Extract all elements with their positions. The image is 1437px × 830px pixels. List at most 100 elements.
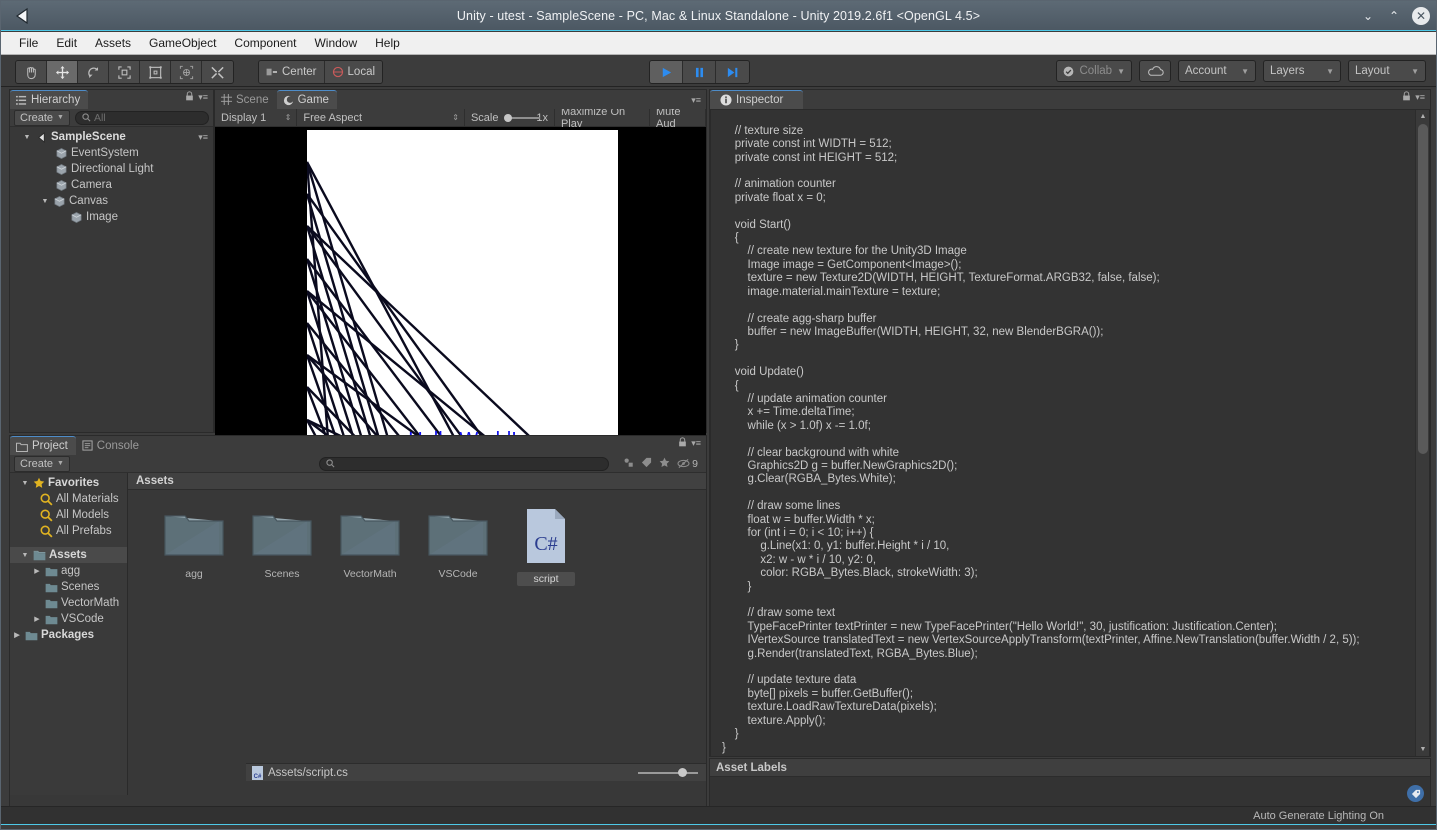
scroll-up-arrow-icon[interactable]: ▲ [1416, 110, 1429, 123]
layers-button[interactable]: Layers ▼ [1263, 60, 1341, 82]
project-item-assets[interactable]: ▼ Assets [10, 547, 127, 563]
step-button[interactable] [716, 61, 749, 83]
tab-scene[interactable]: Scene [215, 90, 277, 109]
menu-item-component[interactable]: Component [225, 34, 305, 52]
panel-menu-icon[interactable]: ▾≡ [198, 92, 208, 103]
layout-button[interactable]: Layout ▼ [1348, 60, 1426, 82]
minimize-button[interactable]: ⌄ [1360, 8, 1376, 24]
account-button[interactable]: Account ▼ [1178, 60, 1256, 82]
close-button[interactable]: ✕ [1412, 7, 1430, 25]
menu-item-window[interactable]: Window [305, 34, 366, 52]
scale-slider-knob[interactable] [504, 113, 513, 122]
panel-menu-icon[interactable]: ▾≡ [691, 438, 701, 449]
panel-menu-icon[interactable]: ▾≡ [691, 95, 701, 106]
hidden-assets-count[interactable]: 9 [677, 458, 698, 470]
project-search-input[interactable] [319, 456, 610, 471]
rect-transform-tool-button[interactable] [140, 61, 171, 83]
asset-item-agg[interactable]: agg [156, 508, 232, 586]
lock-icon[interactable] [1402, 88, 1411, 106]
rotation-mode-button[interactable]: Local [324, 61, 383, 83]
pivot-mode-button[interactable]: Center [259, 61, 325, 83]
step-icon [727, 67, 738, 77]
pause-button[interactable] [683, 61, 716, 83]
updown-arrows-icon: ⇕ [284, 113, 292, 122]
asset-zoom-slider[interactable] [638, 767, 698, 779]
hierarchy-search-input[interactable]: All [74, 110, 209, 125]
triangle-collapsed-icon[interactable]: ▶ [32, 567, 42, 575]
asset-item-vscode[interactable]: VSCode [420, 508, 496, 586]
project-item-packages[interactable]: ▶ Packages [10, 627, 127, 643]
triangle-expanded-icon[interactable]: ▼ [20, 480, 30, 487]
game-view-render[interactable]: Hello World! [215, 127, 706, 452]
label-filter-icon[interactable] [641, 455, 652, 473]
tag-icon[interactable] [1407, 785, 1424, 802]
project-item-label: Scenes [61, 581, 100, 593]
tab-game[interactable]: Game [276, 90, 337, 109]
lock-icon[interactable] [185, 88, 194, 106]
hierarchy-item-directional-light[interactable]: Directional Light [10, 161, 213, 177]
mute-audio-toggle[interactable]: Mute Aud [650, 106, 706, 130]
panel-menu-icon[interactable]: ▾≡ [198, 132, 208, 143]
rotate-tool-button[interactable] [78, 61, 109, 83]
scale-slider-track[interactable] [504, 113, 541, 122]
tab-hierarchy[interactable]: Hierarchy [10, 90, 89, 109]
hierarchy-item-samplescene[interactable]: ▼ SampleScene ▾≡ [10, 129, 213, 145]
project-item-scenes[interactable]: Scenes [10, 579, 127, 595]
project-item-all-materials[interactable]: All Materials [10, 491, 127, 507]
combined-transform-tool-button[interactable] [171, 61, 202, 83]
panel-menu-icon[interactable]: ▾≡ [1415, 92, 1425, 103]
menu-item-help[interactable]: Help [366, 34, 409, 52]
lock-icon[interactable] [678, 434, 687, 452]
play-button[interactable] [650, 61, 683, 83]
triangle-collapsed-icon[interactable]: ▶ [32, 615, 42, 623]
project-create-button[interactable]: Create ▼ [14, 455, 70, 472]
triangle-expanded-icon[interactable]: ▼ [20, 552, 30, 559]
tab-inspector[interactable]: Inspector [710, 90, 804, 109]
tab-console[interactable]: Console [75, 436, 147, 455]
asset-item-script[interactable]: C# script [508, 508, 584, 586]
favorite-filter-icon[interactable] [659, 455, 670, 473]
hierarchy-item-camera[interactable]: Camera [10, 177, 213, 193]
project-item-agg[interactable]: ▶ agg [10, 563, 127, 579]
inspector-code-viewer[interactable]: private ImageBuffer buffer; // texture s… [710, 109, 1430, 757]
maximize-on-play-toggle[interactable]: Maximize On Play [555, 106, 650, 130]
scrollbar-thumb[interactable] [1418, 124, 1428, 454]
inspector-scrollbar[interactable]: ▲ ▼ [1415, 110, 1429, 756]
triangle-expanded-icon[interactable]: ▼ [22, 134, 32, 141]
project-item-all-prefabs[interactable]: All Prefabs [10, 523, 127, 539]
project-panel: Project Console ▾≡ Create ▼ 9 ▼ Favorite… [9, 435, 707, 813]
tab-inspector-label: Inspector [736, 94, 784, 106]
custom-tool-button[interactable] [202, 61, 233, 83]
type-filter-icon[interactable] [623, 455, 634, 473]
display-dropdown[interactable]: Display 1 ⇕ [215, 108, 298, 127]
menu-item-file[interactable]: File [10, 34, 47, 52]
aspect-dropdown[interactable]: Free Aspect ⇕ [297, 108, 465, 127]
hierarchy-item-eventsystem[interactable]: EventSystem [10, 145, 213, 161]
scale-slider[interactable]: Scale 1x [465, 108, 555, 127]
project-item-vectormath[interactable]: VectorMath [10, 595, 127, 611]
hierarchy-item-image[interactable]: Image [10, 209, 213, 225]
asset-item-scenes[interactable]: Scenes [244, 508, 320, 586]
menu-item-gameobject[interactable]: GameObject [140, 34, 225, 52]
hand-tool-button[interactable] [16, 61, 47, 83]
move-tool-button[interactable] [47, 61, 78, 83]
project-item-vscode[interactable]: ▶ VSCode [10, 611, 127, 627]
unity-logo-icon [7, 1, 37, 31]
project-item-all-models[interactable]: All Models [10, 507, 127, 523]
maximize-button[interactable]: ⌃ [1386, 8, 1402, 24]
scroll-down-arrow-icon[interactable]: ▼ [1416, 743, 1429, 756]
triangle-expanded-icon[interactable]: ▼ [40, 198, 50, 205]
menu-item-assets[interactable]: Assets [86, 34, 140, 52]
zoom-slider-knob[interactable] [678, 768, 687, 777]
scale-tool-button[interactable] [109, 61, 140, 83]
create-button[interactable]: Create ▼ [14, 109, 70, 126]
triangle-collapsed-icon[interactable]: ▶ [12, 631, 22, 639]
cloud-button[interactable] [1139, 60, 1171, 82]
project-item-favorites[interactable]: ▼ Favorites [10, 475, 127, 491]
hierarchy-item-canvas[interactable]: ▼ Canvas [10, 193, 213, 209]
collab-button[interactable]: Collab ▼ [1056, 60, 1132, 82]
asset-item-vectormath[interactable]: VectorMath [332, 508, 408, 586]
tab-project[interactable]: Project [10, 436, 76, 455]
menu-item-edit[interactable]: Edit [47, 34, 86, 52]
folder-icon [340, 515, 400, 556]
